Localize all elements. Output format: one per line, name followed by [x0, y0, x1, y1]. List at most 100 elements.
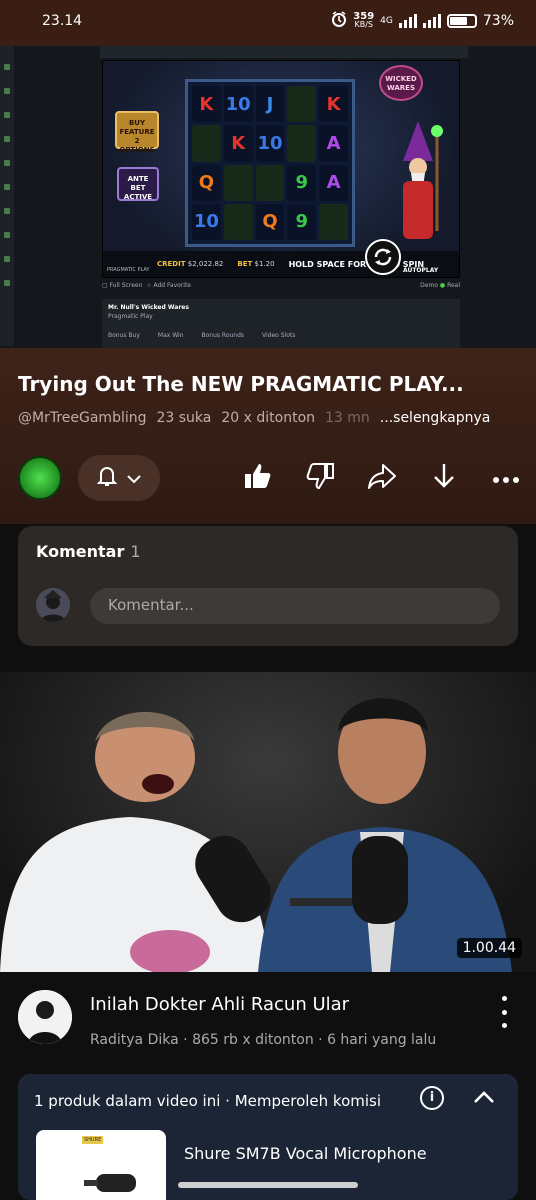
reel-symbol: [319, 203, 348, 240]
recommended-views: 865 rb x ditonton: [192, 1032, 314, 1048]
share-arrow-icon: [367, 461, 397, 495]
user-avatar: [36, 588, 70, 622]
comment-input[interactable]: Komentar...: [90, 588, 500, 624]
reel-symbol: [255, 164, 285, 201]
alarm-icon: [331, 11, 347, 31]
game-logo: WICKED WARES: [379, 65, 423, 101]
video-title[interactable]: Trying Out The NEW PRAGMATIC PLAY...: [18, 372, 464, 396]
more-actions-button[interactable]: [490, 462, 522, 494]
share-button[interactable]: [366, 462, 398, 494]
product-brand-label: SHURE: [82, 1136, 104, 1144]
thumbs-up-icon: [243, 461, 273, 495]
reel-symbol: [287, 125, 317, 162]
battery-level: 73%: [482, 13, 514, 29]
ante-bet-label: ANTE BET: [127, 175, 149, 192]
clock: 23.14: [42, 13, 83, 29]
buy-feature-button: BUY FEATURE 2 OPTIONS: [115, 111, 159, 154]
slot-reels: K 10 J K K 10 A Q 9 A 10 Q 9: [185, 79, 355, 247]
video-player[interactable]: BUY FEATURE 2 OPTIONS ANTE BET ACTIVE K1…: [0, 46, 536, 348]
show-more-link[interactable]: ...selengkapnya: [380, 410, 491, 426]
chevron-up-icon[interactable]: [470, 1084, 498, 1112]
meta-separator: ·: [318, 1032, 323, 1048]
upload-age: 13 mn: [325, 410, 370, 426]
page-controls: ▢ Full Screen ☆ Add Favorite: [102, 282, 191, 289]
reel-symbol: J: [255, 86, 285, 123]
status-bar: 23.14 359 KB/S 4G 73%: [0, 0, 536, 46]
reel-symbol: 9: [287, 164, 317, 201]
provider-brand: PRAGMATIC PLAY: [107, 267, 150, 273]
battery-icon: [446, 14, 477, 28]
game-tags: Bonus Buy Max Win Bonus Rounds Video Slo…: [108, 331, 454, 340]
thumbs-down-icon: [305, 461, 335, 495]
reel-symbol: 10: [255, 125, 285, 162]
bell-icon: [96, 465, 118, 491]
game-tag: Bonus Rounds: [201, 332, 245, 339]
download-button[interactable]: [428, 462, 460, 494]
recommended-channel[interactable]: Raditya Dika: [90, 1032, 179, 1048]
reel-symbol: [287, 86, 317, 123]
dislike-button[interactable]: [304, 462, 336, 494]
network-speed-unit: KB/S: [354, 20, 373, 29]
product-separator: ·: [225, 1092, 230, 1110]
add-favorite-link: Add Favorite: [153, 282, 191, 289]
network-type: 4G: [380, 16, 393, 26]
recommended-title[interactable]: Inilah Dokter Ahli Racun Ular: [90, 994, 349, 1015]
game-info-card: Mr. Null's Wicked Wares Pragmatic Play B…: [102, 299, 460, 348]
game-tag: Bonus Buy: [108, 332, 140, 339]
reel-symbol: A: [319, 125, 348, 162]
credit-value: $2,022.82: [187, 260, 224, 268]
comments-card[interactable]: Komentar 1 Komentar...: [18, 526, 518, 646]
game-provider: Pragmatic Play: [108, 313, 153, 320]
demo-toggle: Demo ● Real: [420, 282, 460, 289]
subscribe-bell-button[interactable]: [78, 455, 160, 501]
recommended-age: 6 hari yang lalu: [327, 1032, 437, 1048]
reel-symbol: Q: [192, 164, 221, 201]
recommended-video-thumbnail[interactable]: 1.00.44: [0, 672, 536, 972]
video-duration: 1.00.44: [456, 938, 522, 958]
more-horizontal-icon: [492, 469, 520, 488]
demo-label: Demo: [420, 282, 438, 289]
bet-label: BET: [237, 260, 253, 268]
buy-feature-sub: 2 OPTIONS: [119, 137, 155, 154]
like-count: 23 suka: [156, 410, 212, 426]
product-count: 1 produk dalam video ini: [34, 1092, 221, 1110]
browser-topbar: [100, 46, 468, 58]
game-title: Mr. Null's Wicked Wares: [108, 304, 189, 311]
browser-sidebar: [0, 46, 14, 346]
gesture-nav-bar[interactable]: [178, 1182, 358, 1188]
recommended-channel-avatar[interactable]: [18, 990, 72, 1044]
game-tag: Video Slots: [262, 332, 296, 339]
recommended-video-info[interactable]: Inilah Dokter Ahli Racun Ular Raditya Di…: [18, 990, 528, 1060]
reel-symbol: 10: [223, 86, 253, 123]
product-thumbnail[interactable]: SHURE: [36, 1130, 166, 1200]
action-bar: [18, 454, 519, 502]
reel-symbol: 9: [287, 203, 317, 240]
reel-symbol: 10: [192, 203, 221, 240]
info-icon[interactable]: i: [420, 1086, 444, 1110]
reel-symbol: K: [319, 86, 348, 123]
ante-bet-status: ACTIVE: [123, 193, 153, 201]
product-header: 1 produk dalam video ini · Memperoleh ko…: [34, 1092, 381, 1110]
product-name[interactable]: Shure SM7B Vocal Microphone: [184, 1144, 427, 1163]
reel-symbol: A: [319, 164, 348, 201]
network-speed: 359 KB/S: [353, 12, 374, 29]
reel-symbol: Q: [255, 203, 285, 240]
recommended-meta: Raditya Dika · 865 rb x ditonton · 6 har…: [90, 1032, 436, 1048]
more-vertical-icon[interactable]: [494, 996, 514, 1028]
bet-value: $1.20: [254, 260, 275, 268]
thumbnail-image: [0, 698, 512, 972]
reel-symbol: K: [192, 86, 221, 123]
buy-feature-label: BUY FEATURE: [119, 119, 155, 136]
video-subline[interactable]: @MrTreeGambling 23 suka 20 x ditonton 13…: [18, 410, 490, 426]
wizard-illustration: [403, 121, 443, 239]
download-arrow-icon: [429, 461, 459, 495]
like-button[interactable]: [242, 462, 274, 494]
reel-symbol: [192, 125, 221, 162]
channel-handle[interactable]: @MrTreeGambling: [18, 410, 147, 426]
channel-avatar[interactable]: [18, 456, 62, 500]
full-screen-link: Full Screen: [109, 282, 143, 289]
credit-display: CREDIT $2,022.82: [157, 260, 223, 268]
signal-icon-2: [422, 14, 441, 28]
view-count: 20 x ditonton: [221, 410, 316, 426]
reel-symbol: [223, 203, 253, 240]
